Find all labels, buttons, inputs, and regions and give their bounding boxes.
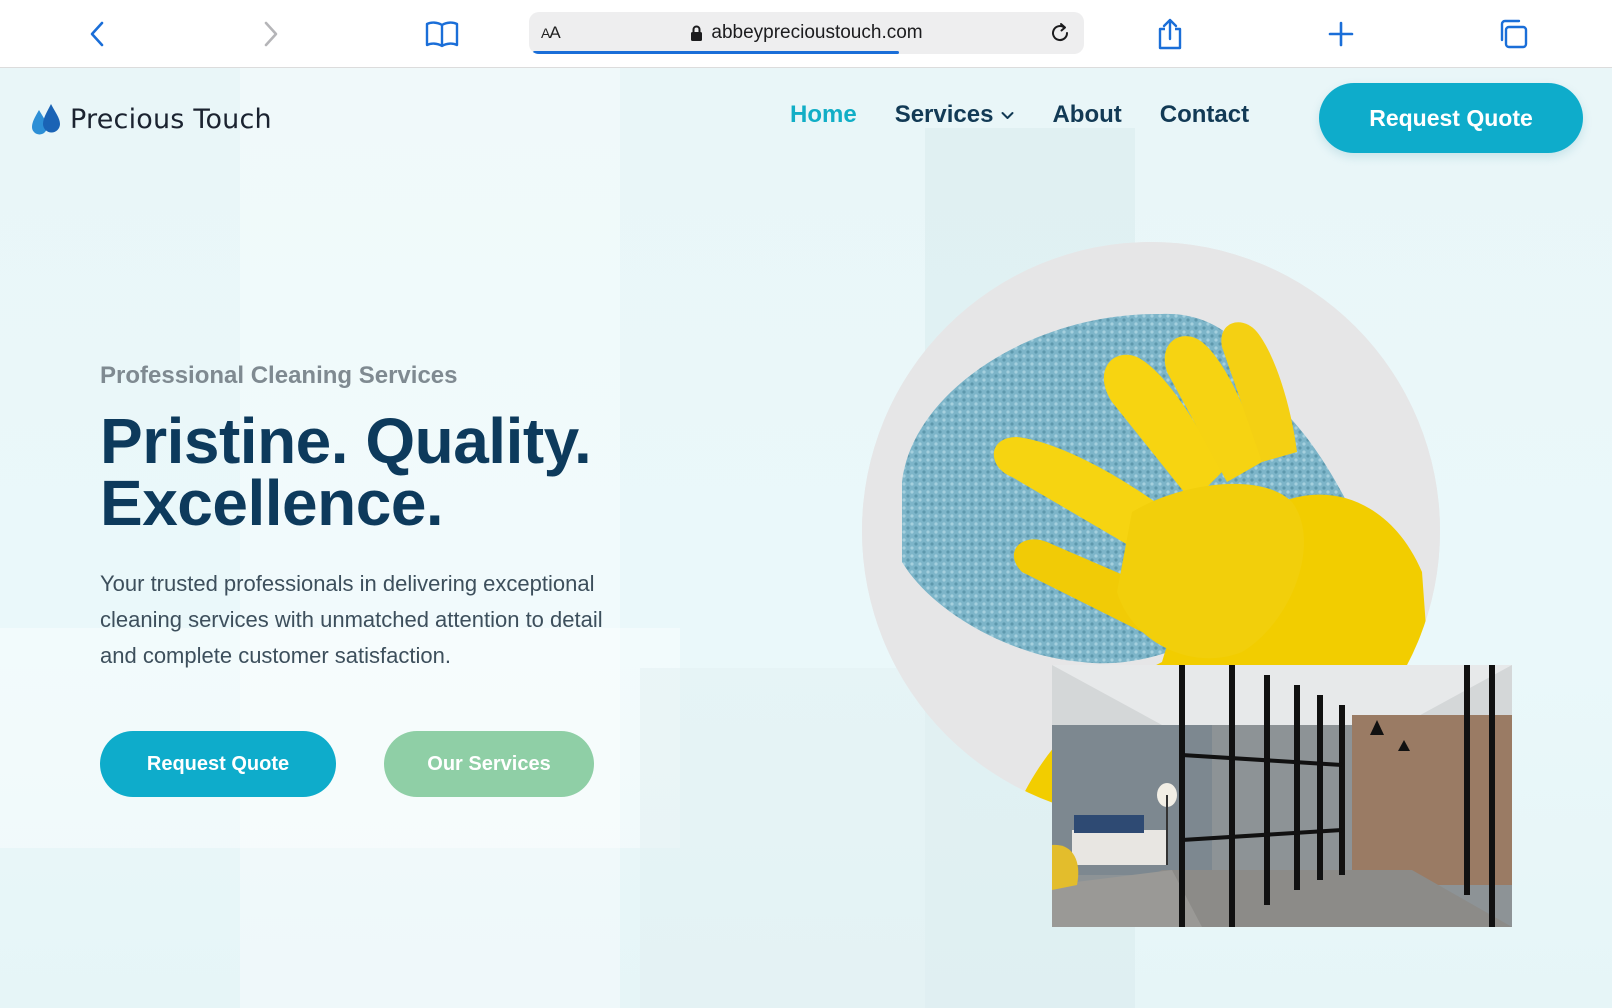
lock-icon bbox=[691, 25, 703, 41]
hero-buttons: Request Quote Our Services bbox=[100, 731, 594, 797]
share-icon bbox=[1158, 18, 1182, 50]
browser-toolbar: AA abbeyprecioustouch.com bbox=[0, 0, 1612, 68]
nav-item-home[interactable]: Home bbox=[790, 101, 857, 129]
background-decoration bbox=[640, 668, 960, 1008]
site-logo[interactable]: Precious Touch bbox=[30, 102, 272, 136]
nav-item-contact[interactable]: Contact bbox=[1160, 101, 1249, 129]
nav-item-about[interactable]: About bbox=[1052, 101, 1121, 129]
our-services-button[interactable]: Our Services bbox=[384, 731, 594, 797]
hero-text: Professional Cleaning Services Pristine.… bbox=[100, 362, 720, 674]
reload-button[interactable] bbox=[1044, 17, 1076, 49]
nav-item-label: Home bbox=[790, 101, 857, 128]
office-interior-image bbox=[1052, 665, 1512, 927]
page-load-progress bbox=[533, 51, 900, 54]
reload-icon bbox=[1052, 23, 1069, 42]
tabs-overview-button[interactable] bbox=[1493, 14, 1533, 54]
web-page: Precious Touch Home Services About Conta… bbox=[0, 68, 1612, 1008]
nav-item-label: Contact bbox=[1159, 101, 1250, 128]
share-button[interactable] bbox=[1150, 14, 1190, 54]
hero-title: Pristine. Quality. Excellence. bbox=[100, 405, 720, 539]
request-quote-button[interactable]: Request Quote bbox=[100, 731, 336, 797]
chevron-down-icon bbox=[1001, 111, 1014, 119]
hero-description: Your trusted professionals in delivering… bbox=[100, 571, 603, 668]
tabs-icon bbox=[1500, 19, 1528, 49]
hero-kicker: Professional Cleaning Services bbox=[100, 362, 458, 389]
bookmarks-button[interactable] bbox=[422, 14, 462, 54]
nav-item-services[interactable]: Services bbox=[895, 101, 1015, 129]
nav-item-label: About bbox=[1052, 101, 1122, 128]
logo-text: Precious Touch bbox=[70, 103, 272, 135]
bookmarks-icon bbox=[425, 21, 459, 48]
nav-item-label: Services bbox=[894, 101, 994, 128]
url-text: abbeyprecioustouch.com bbox=[711, 22, 923, 43]
forward-button[interactable] bbox=[250, 14, 290, 54]
new-tab-icon bbox=[1328, 21, 1354, 47]
new-tab-button[interactable] bbox=[1321, 14, 1361, 54]
address-bar[interactable]: AA abbeyprecioustouch.com bbox=[529, 12, 1084, 54]
back-icon bbox=[90, 21, 104, 47]
site-header: Precious Touch Home Services About Conta… bbox=[0, 68, 1612, 168]
hero-title-line: Excellence. bbox=[100, 467, 444, 539]
main-nav: Home Services About Contact bbox=[790, 101, 1249, 129]
request-quote-nav-button[interactable]: Request Quote bbox=[1319, 83, 1583, 153]
hero-title-line: Pristine. Quality. bbox=[100, 405, 592, 477]
forward-icon bbox=[264, 21, 278, 47]
water-drop-icon bbox=[32, 104, 60, 135]
back-button[interactable] bbox=[78, 14, 118, 54]
